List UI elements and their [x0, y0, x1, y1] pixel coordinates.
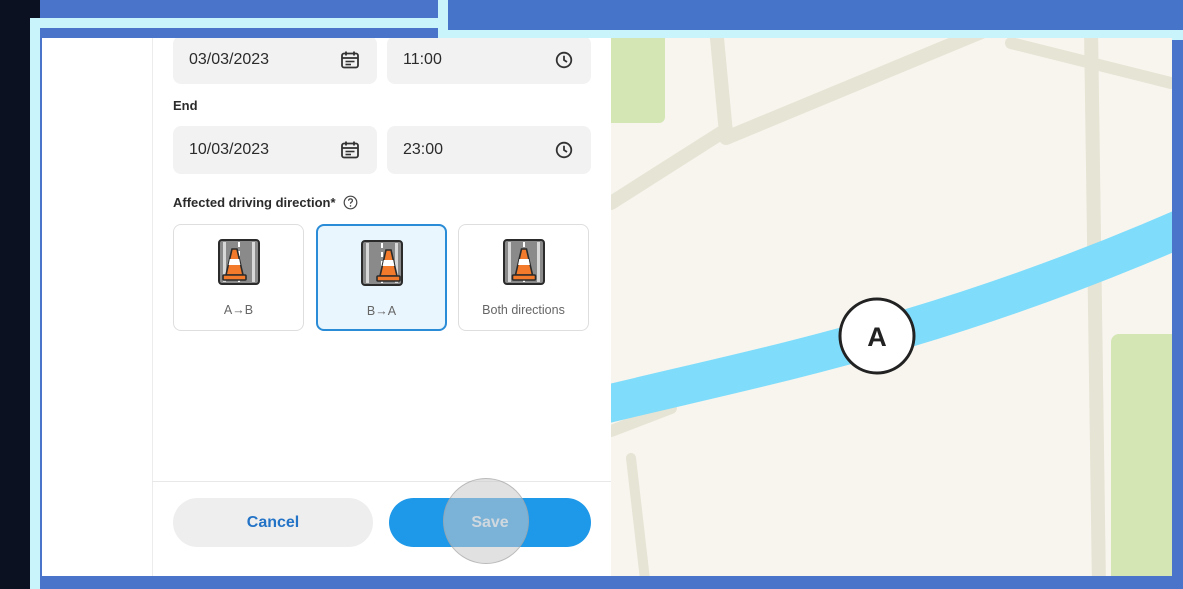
- start-date-field[interactable]: 03/03/2023: [173, 38, 377, 84]
- direction-option-label: Both directions: [482, 303, 565, 317]
- direction-option-a-to-b[interactable]: A→B: [173, 224, 304, 331]
- end-label: End: [173, 98, 198, 113]
- end-date-value: 10/03/2023: [189, 141, 270, 158]
- traffic-cone-icon: [360, 240, 403, 286]
- start-time-value: 11:00: [403, 51, 442, 68]
- start-time-field[interactable]: 11:00: [387, 38, 591, 84]
- top-banner: [438, 0, 1183, 40]
- direction-option-label: A→B: [223, 303, 254, 317]
- traffic-cone-icon: [217, 239, 260, 285]
- map-marker-label: A: [867, 322, 887, 352]
- direction-option-both[interactable]: Both directions: [458, 224, 589, 331]
- affected-direction-label: Affected driving direction*: [173, 195, 358, 210]
- clock-icon[interactable]: [553, 139, 575, 161]
- start-date-value: 03/03/2023: [189, 51, 270, 68]
- map-view[interactable]: A: [611, 38, 1172, 576]
- direction-option-label: B→A: [366, 304, 397, 318]
- footer-divider: [152, 481, 611, 482]
- app-screen: 03/03/2023 11:00 End 10/03/2023 23:00 Af…: [42, 38, 1172, 576]
- clock-icon[interactable]: [553, 49, 575, 71]
- help-icon[interactable]: [343, 195, 358, 210]
- touch-indicator: [443, 478, 529, 564]
- traffic-cone-icon: [502, 239, 545, 285]
- cancel-button[interactable]: Cancel: [173, 498, 373, 547]
- left-gutter: [42, 38, 152, 576]
- end-date-field[interactable]: 10/03/2023: [173, 126, 377, 174]
- end-time-field[interactable]: 23:00: [387, 126, 591, 174]
- affected-direction-text: Affected driving direction*: [173, 195, 336, 210]
- calendar-icon[interactable]: [339, 139, 361, 161]
- direction-option-b-to-a[interactable]: B→A: [316, 224, 447, 331]
- end-time-value: 23:00: [403, 141, 444, 158]
- calendar-icon[interactable]: [339, 49, 361, 71]
- park-area: [1111, 334, 1172, 576]
- map-canvas: A: [611, 38, 1172, 576]
- park-area: [611, 38, 665, 123]
